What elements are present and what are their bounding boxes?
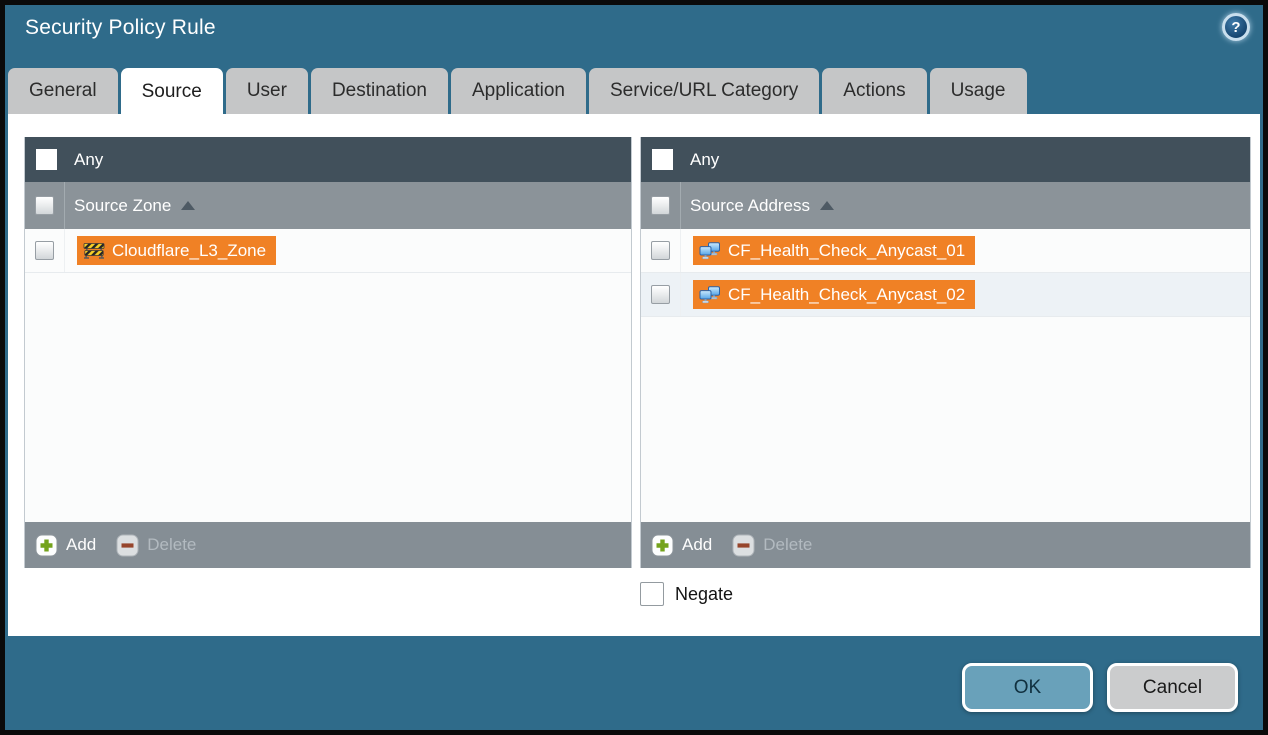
- source-address-item[interactable]: CF_Health_Check_Anycast_01: [693, 236, 975, 265]
- sort-asc-icon: [820, 201, 834, 210]
- tab-service-url-category[interactable]: Service/URL Category: [589, 68, 819, 114]
- security-policy-rule-dialog: Security Policy Rule ? General Source Us…: [0, 0, 1268, 735]
- table-row[interactable]: CF_Health_Check_Anycast_02: [641, 273, 1250, 317]
- tab-usage[interactable]: Usage: [930, 68, 1027, 114]
- zone-icon: [83, 242, 105, 259]
- row-checkbox[interactable]: [35, 241, 54, 260]
- source-address-item-label: CF_Health_Check_Anycast_01: [728, 241, 965, 261]
- source-zone-item-label: Cloudflare_L3_Zone: [112, 241, 266, 261]
- ok-button[interactable]: OK: [962, 663, 1093, 712]
- cancel-button[interactable]: Cancel: [1107, 663, 1238, 712]
- add-button-label: Add: [682, 535, 712, 555]
- source-tab-content: Any Source Zone: [8, 114, 1260, 636]
- table-row[interactable]: CF_Health_Check_Anycast_01: [641, 229, 1250, 273]
- delete-button-label: Delete: [763, 535, 812, 555]
- source-zone-any-label: Any: [74, 150, 103, 170]
- source-address-item-label: CF_Health_Check_Anycast_02: [728, 285, 965, 305]
- source-address-panel: Any Source Address: [640, 137, 1251, 568]
- source-address-column-label: Source Address: [690, 196, 810, 216]
- negate-label: Negate: [675, 584, 733, 605]
- add-button[interactable]: Add: [651, 534, 712, 557]
- tab-general[interactable]: General: [8, 68, 118, 114]
- negate-checkbox[interactable]: [640, 582, 664, 606]
- delete-button[interactable]: Delete: [116, 534, 196, 557]
- source-address-rows: CF_Health_Check_Anycast_01: [641, 229, 1250, 522]
- add-button[interactable]: Add: [35, 534, 96, 557]
- source-zone-rows: Cloudflare_L3_Zone: [25, 229, 631, 522]
- table-row[interactable]: Cloudflare_L3_Zone: [25, 229, 631, 273]
- source-zone-toolbar: Add Delete: [25, 522, 631, 568]
- address-icon: [699, 242, 721, 260]
- help-icon[interactable]: ?: [1222, 13, 1250, 41]
- delete-button-label: Delete: [147, 535, 196, 555]
- row-checkbox[interactable]: [651, 285, 670, 304]
- source-address-select-all-checkbox[interactable]: [651, 196, 670, 215]
- add-button-label: Add: [66, 535, 96, 555]
- source-zone-column-header[interactable]: Source Zone: [25, 182, 631, 229]
- source-zone-select-all-checkbox[interactable]: [35, 196, 54, 215]
- source-address-any-header: Any: [641, 137, 1250, 182]
- source-zone-any-checkbox[interactable]: [36, 149, 57, 170]
- source-zone-any-header: Any: [25, 137, 631, 182]
- source-zone-column-label: Source Zone: [74, 196, 171, 216]
- sort-asc-icon: [181, 201, 195, 210]
- row-checkbox[interactable]: [651, 241, 670, 260]
- dialog-title: Security Policy Rule: [25, 16, 216, 40]
- tab-application[interactable]: Application: [451, 68, 586, 114]
- address-icon: [699, 286, 721, 304]
- tab-destination[interactable]: Destination: [311, 68, 448, 114]
- tab-actions[interactable]: Actions: [822, 68, 926, 114]
- tab-bar: General Source User Destination Applicat…: [8, 68, 1027, 114]
- plus-icon: [35, 534, 58, 557]
- tab-source[interactable]: Source: [121, 68, 223, 115]
- source-address-toolbar: Add Delete: [641, 522, 1250, 568]
- source-address-any-label: Any: [690, 150, 719, 170]
- source-zone-panel: Any Source Zone: [24, 137, 632, 568]
- source-address-any-checkbox[interactable]: [652, 149, 673, 170]
- minus-icon: [732, 534, 755, 557]
- delete-button[interactable]: Delete: [732, 534, 812, 557]
- source-zone-item[interactable]: Cloudflare_L3_Zone: [77, 236, 276, 265]
- tab-user[interactable]: User: [226, 68, 308, 114]
- source-address-column-header[interactable]: Source Address: [641, 182, 1250, 229]
- source-address-item[interactable]: CF_Health_Check_Anycast_02: [693, 280, 975, 309]
- negate-row: Negate: [640, 582, 733, 606]
- plus-icon: [651, 534, 674, 557]
- minus-icon: [116, 534, 139, 557]
